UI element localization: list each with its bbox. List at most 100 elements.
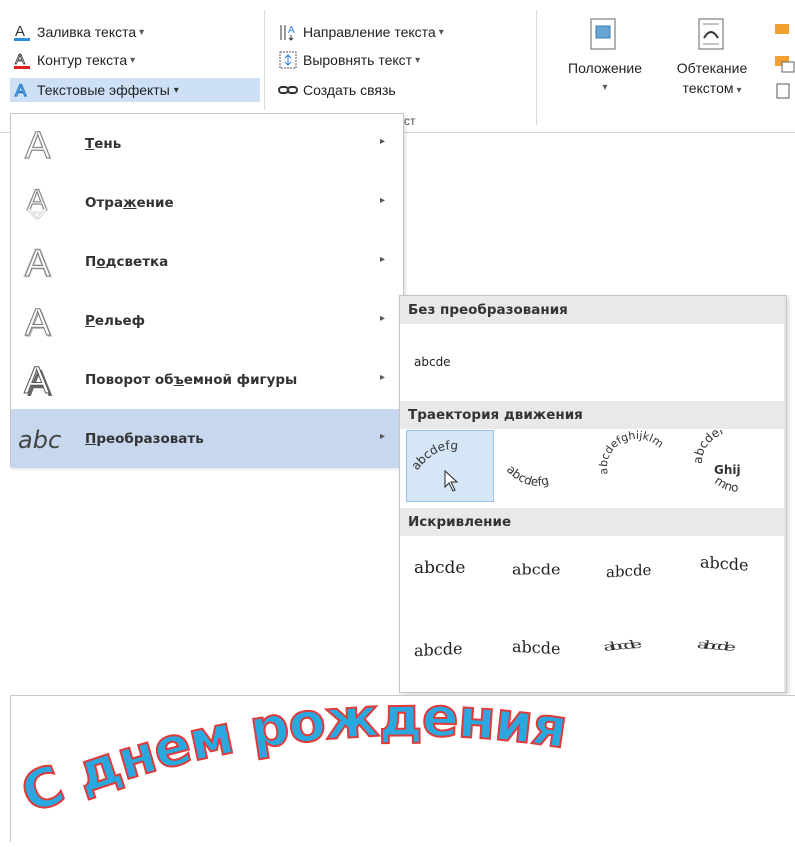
- chevron-down-icon: ▾: [438, 26, 444, 38]
- create-link-label: Создать связь: [303, 82, 396, 98]
- path-option-arch-down[interactable]: abcdefg: [500, 430, 588, 502]
- position-button[interactable]: Положение ▾: [545, 18, 665, 98]
- chevron-down-icon: ▾: [139, 26, 145, 38]
- warp-option-chevron[interactable]: abcde: [414, 639, 462, 661]
- path-option-arch-up[interactable]: abcdefg: [406, 430, 494, 502]
- svg-text:A: A: [24, 360, 50, 402]
- text-direction-label: Направление текста: [303, 24, 436, 40]
- section-header-warp: Искривление: [400, 508, 786, 536]
- document-canvas[interactable]: С днем рождения: [10, 684, 795, 842]
- chevron-right-icon: ▸: [379, 136, 385, 147]
- warp-option-chevron-down[interactable]: abcde: [512, 637, 560, 659]
- svg-text:abcdefg: abcdefg: [504, 462, 550, 489]
- transform-submenu: Без преобразования abcde Траектория движ…: [399, 295, 787, 693]
- text-fill-icon: A: [12, 22, 32, 42]
- align-text-icon: [278, 50, 298, 70]
- menu-item-label: Отражение: [85, 194, 174, 211]
- arrange-icons-partial[interactable]: [770, 22, 795, 112]
- transform-icon: abc: [11, 422, 71, 456]
- path-sample: abcdef: [691, 423, 726, 464]
- svg-text:A: A: [25, 125, 51, 166]
- align-text-label: Выровнять текст: [303, 52, 413, 68]
- chevron-right-icon: ▸: [379, 195, 385, 206]
- menu-item-label: Рельеф: [85, 312, 146, 329]
- chevron-right-icon: ▸: [379, 313, 385, 324]
- svg-text:A: A: [25, 302, 51, 343]
- menu-item-glow[interactable]: AA Подсветка ▸: [11, 232, 403, 291]
- section-header-no-transform: Без преобразования: [400, 296, 786, 324]
- menu-item-transform[interactable]: abc Преобразовать ▸: [11, 409, 403, 468]
- svg-text:A: A: [15, 51, 25, 68]
- outline-text-button[interactable]: A Контур текста ▾: [12, 48, 135, 72]
- chevron-down-icon: ▾: [130, 54, 136, 66]
- chevron-down-icon: ▾: [602, 82, 608, 93]
- svg-text:A: A: [15, 81, 27, 100]
- svg-text:A: A: [288, 25, 295, 36]
- text-outline-icon: A: [12, 50, 32, 70]
- menu-item-label: Подсветка: [85, 253, 169, 270]
- text-effects-label: Текстовые эффекты: [37, 82, 170, 98]
- warp-option-arch[interactable]: abcde: [512, 561, 560, 578]
- ribbon-separator: [264, 10, 265, 110]
- svg-text:С днем рождения: С днем рождения: [13, 696, 571, 826]
- path-option-circle[interactable]: abcdefghijklm: [594, 429, 684, 502]
- position-label: Положение: [568, 60, 642, 76]
- menu-item-3d-rotation[interactable]: AA Поворот объемной фигуры ▸: [11, 350, 403, 409]
- menu-item-reflection[interactable]: AA Отражение ▸: [11, 173, 403, 232]
- warp-option-wave[interactable]: abcde: [606, 561, 651, 581]
- text-effects-menu: A Тень ▸ AA Отражение ▸ AA Подсветка ▸ A…: [10, 113, 404, 468]
- text-direction-button[interactable]: A Направление текста ▾: [278, 20, 444, 44]
- menu-item-label: Преобразовать: [85, 430, 204, 447]
- glow-icon: AA: [11, 240, 71, 284]
- align-text-button[interactable]: Выровнять текст ▾: [278, 48, 420, 72]
- 3d-rotation-icon: AA: [11, 358, 71, 402]
- no-transform-option[interactable]: abcde: [408, 340, 494, 384]
- wordart-object[interactable]: С днем рождения: [11, 684, 795, 842]
- wordart-text: С днем рождения: [12, 684, 573, 827]
- ribbon-separator: [536, 10, 537, 125]
- create-link-button[interactable]: Создать связь: [278, 78, 396, 102]
- path-option-button[interactable]: abcdef Ghij mno: [691, 423, 782, 502]
- chevron-right-icon: ▸: [379, 372, 385, 383]
- mouse-cursor-icon: [444, 469, 459, 492]
- wrap-text-label-2: текстом: [682, 80, 734, 96]
- link-icon: [278, 80, 298, 100]
- path-sample: abcdefg: [504, 462, 550, 489]
- menu-item-label: Поворот объемной фигуры: [85, 371, 298, 388]
- menu-item-label: Тень: [85, 135, 122, 152]
- svg-text:A: A: [25, 243, 51, 284]
- path-sample: abcdefghijklm: [597, 429, 666, 476]
- path-sample-inner: Ghij: [714, 463, 741, 477]
- reflection-icon: AA: [11, 180, 71, 226]
- position-icon: [545, 18, 665, 58]
- text-direction-icon: A: [278, 22, 298, 42]
- path-sample: abcdefg: [409, 438, 459, 473]
- fill-text-button[interactable]: A Заливка текста ▾: [12, 20, 144, 44]
- chevron-down-icon: ▾: [415, 54, 421, 66]
- chevron-right-icon: ▸: [379, 431, 385, 442]
- bevel-icon: AA: [11, 299, 71, 343]
- chevron-down-icon: ▾: [173, 84, 179, 96]
- warp-option-curve[interactable]: abcde: [700, 552, 748, 574]
- text-effects-button[interactable]: A Текстовые эффекты ▾: [10, 78, 260, 102]
- chevron-down-icon: ▾: [736, 85, 742, 96]
- wrap-text-button[interactable]: Обтекание текстом ▾: [662, 18, 762, 101]
- svg-text:abcdef: abcdef: [692, 430, 726, 464]
- svg-text:abcdefghijklm: abcdefghijklm: [597, 430, 666, 476]
- text-effects-icon: A: [12, 80, 32, 100]
- group-label: ст: [404, 114, 416, 128]
- svg-text:A: A: [15, 23, 25, 40]
- menu-item-bevel[interactable]: AA Рельеф ▸: [11, 291, 403, 350]
- svg-text:abc: abc: [18, 426, 61, 454]
- warp-option-plain[interactable]: abcde: [414, 558, 465, 578]
- section-header-follow-path: Траектория движения: [400, 401, 786, 429]
- submenu-scrollbar[interactable]: [784, 296, 786, 692]
- svg-text:abcdefg: abcdefg: [409, 438, 459, 473]
- wrap-text-icon: [662, 18, 762, 58]
- menu-item-shadow[interactable]: A Тень ▸: [11, 114, 403, 173]
- warp-option-ring-inside[interactable]: abcde: [696, 638, 733, 654]
- svg-text:A: A: [27, 205, 47, 221]
- shadow-icon: A: [11, 122, 71, 166]
- warp-option-ring[interactable]: abcde: [602, 638, 639, 654]
- fill-text-label: Заливка текста: [37, 24, 137, 40]
